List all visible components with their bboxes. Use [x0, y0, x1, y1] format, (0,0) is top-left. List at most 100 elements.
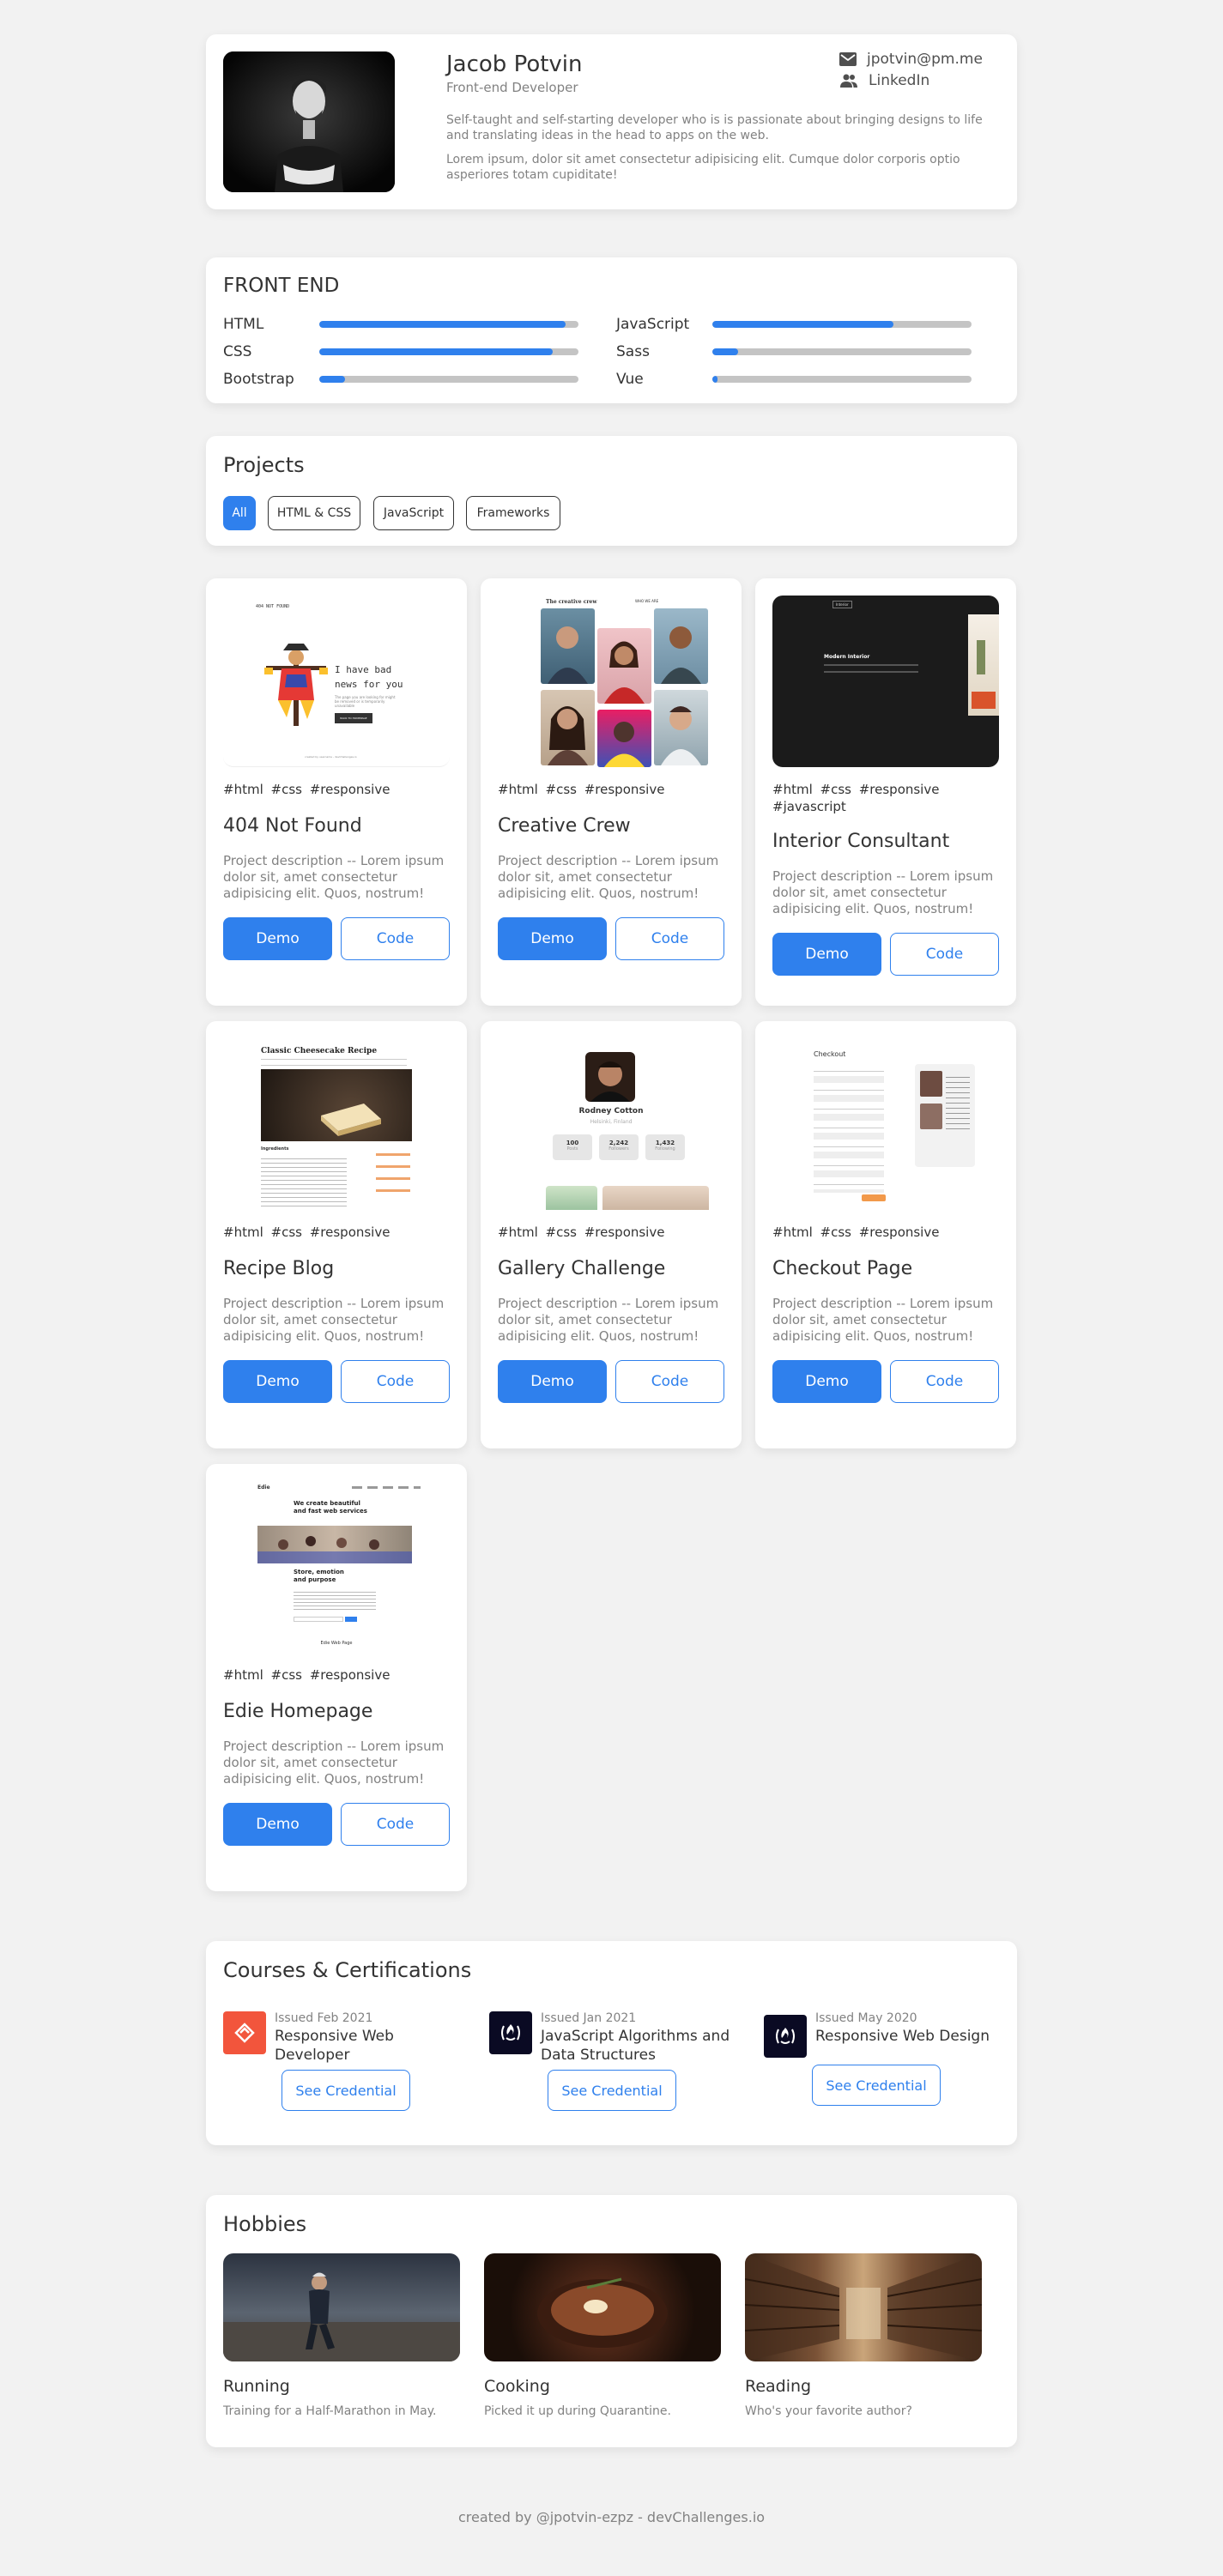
- thumb-footer: created by username - devChallenges.io: [305, 755, 357, 759]
- skill-bootstrap: Bootstrap: [223, 371, 578, 388]
- crew-photo: [541, 608, 595, 684]
- hobby-item: Running Training for a Half-Marathon in …: [223, 2253, 460, 2418]
- hobby-name: Cooking: [484, 2377, 550, 2396]
- code-button[interactable]: Code: [615, 917, 724, 960]
- course-issued: Issued May 2020: [815, 2011, 917, 2025]
- checkout-form: [814, 1064, 884, 1193]
- code-button[interactable]: Code: [341, 1360, 450, 1403]
- crew-photo: [597, 628, 651, 704]
- demo-button[interactable]: Demo: [498, 1360, 607, 1403]
- thumb-button: [345, 1617, 357, 1622]
- thumb-sub: Ingredients: [261, 1146, 289, 1152]
- gallery-stat: 2,242 Followers: [599, 1134, 639, 1160]
- thumb-brand: 404 NOT FOUND: [256, 604, 290, 609]
- scarecrow-illustration: [264, 644, 328, 726]
- skill-label: Vue: [616, 371, 644, 388]
- project-thumbnail: Interior Modern Interior: [772, 596, 999, 767]
- cart-item-image: [920, 1104, 942, 1129]
- project-description: Project description -- Lorem ipsum dolor…: [498, 1296, 719, 1344]
- thumb-input: [294, 1617, 343, 1622]
- skill-label: JavaScript: [616, 316, 690, 333]
- stat-label: Followers: [608, 1146, 629, 1152]
- see-credential-button[interactable]: See Credential: [282, 2070, 410, 2111]
- profile-bio-2: Lorem ipsum, dolor sit amet consectetur …: [446, 153, 960, 182]
- project-title: Checkout Page: [772, 1258, 913, 1279]
- profile-email[interactable]: jpotvin@pm.me: [839, 51, 983, 68]
- see-credential-button[interactable]: See Credential: [812, 2065, 941, 2106]
- demo-button[interactable]: Demo: [772, 1360, 881, 1403]
- checkout-cart: [915, 1064, 975, 1167]
- thumb-paragraph: [294, 1589, 376, 1612]
- skill-label: Sass: [616, 343, 650, 360]
- demo-button[interactable]: Demo: [498, 917, 607, 960]
- thumb-headline: Modern Interior: [824, 654, 870, 660]
- project-thumbnail: The creative crew WHO WE ARE: [498, 596, 724, 767]
- skills-title: FRONT END: [223, 275, 340, 297]
- skill-javascript: JavaScript: [616, 316, 972, 333]
- stat-value: 100: [566, 1140, 579, 1146]
- project-title: Interior Consultant: [772, 831, 950, 852]
- thumb-button: BACK TO HOMEPAGE: [335, 713, 372, 723]
- freecodecamp-logo-icon: [764, 2015, 807, 2058]
- profile-name: Jacob Potvin: [446, 51, 583, 77]
- demo-button[interactable]: Demo: [772, 933, 881, 976]
- skill-css: CSS: [223, 343, 578, 360]
- profile-linkedin[interactable]: LinkedIn: [839, 72, 929, 89]
- demo-button[interactable]: Demo: [223, 917, 332, 960]
- filter-javascript[interactable]: JavaScript: [373, 496, 454, 530]
- gallery-stat: 1,432 Following: [645, 1134, 685, 1160]
- filter-html-css[interactable]: HTML & CSS: [268, 496, 360, 530]
- thumb-sidebar: [376, 1146, 410, 1198]
- project-tags: #html #css #responsive: [498, 1225, 665, 1240]
- courses-card: Courses & Certifications Issued Feb 2021…: [206, 1941, 1017, 2145]
- thumb-brand: Interior: [832, 601, 852, 608]
- filter-frameworks[interactable]: Frameworks: [466, 496, 560, 530]
- thumb-nav: [352, 1486, 421, 1489]
- project-title: 404 Not Found: [223, 815, 362, 837]
- project-card-404: 404 NOT FOUND I have bad news for you Th…: [206, 578, 467, 1006]
- project-tags: #html #css #responsive: [223, 1667, 391, 1683]
- project-card-gallery-challenge: Rodney Cotton Helsinki, Finland 100 Post…: [481, 1021, 742, 1448]
- hobby-name: Reading: [745, 2377, 812, 2396]
- thumb-list: [261, 1155, 347, 1206]
- gallery-name: Rodney Cotton: [578, 1107, 644, 1116]
- thumb-lines: [824, 664, 918, 673]
- skill-fill: [712, 321, 894, 328]
- crew-photo: [654, 608, 708, 684]
- crew-photo: [541, 690, 595, 765]
- code-button[interactable]: Code: [341, 917, 450, 960]
- thumb-headline: The creative crew: [546, 599, 597, 605]
- project-thumbnail: Rodney Cotton Helsinki, Finland 100 Post…: [498, 1038, 724, 1210]
- demo-button[interactable]: Demo: [223, 1803, 332, 1846]
- skill-fill: [319, 321, 566, 328]
- project-tags: #html #css #responsive: [223, 1225, 391, 1240]
- thumb-sub: Store, emotion and purpose: [294, 1569, 344, 1583]
- thumb-lines: [261, 1059, 407, 1066]
- cart-item-image: [920, 1071, 942, 1097]
- code-button[interactable]: Code: [890, 933, 999, 976]
- skill-label: Bootstrap: [223, 371, 294, 388]
- code-button[interactable]: Code: [615, 1360, 724, 1403]
- edie-photo: [257, 1526, 412, 1563]
- hobby-item: Reading Who's your favorite author?: [745, 2253, 982, 2418]
- skill-vue: Vue: [616, 371, 972, 388]
- profile-photo: [223, 51, 395, 192]
- project-card-edie-homepage: Edie We create beautiful and fast web se…: [206, 1464, 467, 1891]
- code-button[interactable]: Code: [341, 1803, 450, 1846]
- skill-track: [712, 348, 972, 355]
- profile-card: Jacob Potvin Front-end Developer jpotvin…: [206, 34, 1017, 209]
- projects-header-card: Projects All HTML & CSS JavaScript Frame…: [206, 436, 1017, 546]
- code-button[interactable]: Code: [890, 1360, 999, 1403]
- linkedin-text: LinkedIn: [869, 72, 930, 89]
- project-tags: #html #css #responsive: [498, 782, 665, 797]
- skill-track: [319, 348, 578, 355]
- see-credential-button[interactable]: See Credential: [548, 2070, 676, 2111]
- skill-label: CSS: [223, 343, 252, 360]
- checkout-submit: [862, 1194, 886, 1201]
- demo-button[interactable]: Demo: [223, 1360, 332, 1403]
- thumb-headline: We create beautiful and fast web service…: [294, 1500, 367, 1515]
- project-thumbnail: Classic Cheesecake Recipe Ingredients: [223, 1038, 450, 1210]
- course-name: Responsive Web Developer: [275, 2028, 394, 2064]
- filter-all[interactable]: All: [223, 496, 256, 530]
- project-description: Project description -- Lorem ipsum dolor…: [223, 1738, 445, 1787]
